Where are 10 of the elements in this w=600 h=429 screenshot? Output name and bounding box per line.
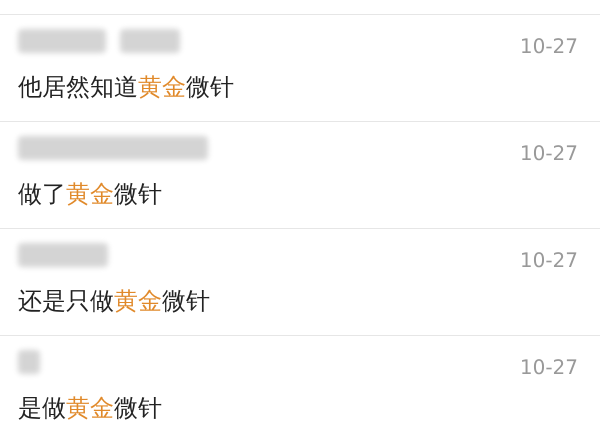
comment-date: 10-27 [520,247,578,274]
comment-text: 是做黄金微针 [18,393,162,424]
redacted-name [18,350,40,374]
comment-text: 做了黄金微针 [18,179,162,210]
comment-date: 10-27 [520,33,578,60]
comment-text: 还是只做黄金微针 [18,286,210,317]
comment-date: 10-27 [520,354,578,381]
redacted-name [120,29,180,53]
comment-text: 他居然知道黄金微针 [18,72,234,103]
comment-date: 10-27 [520,140,578,167]
